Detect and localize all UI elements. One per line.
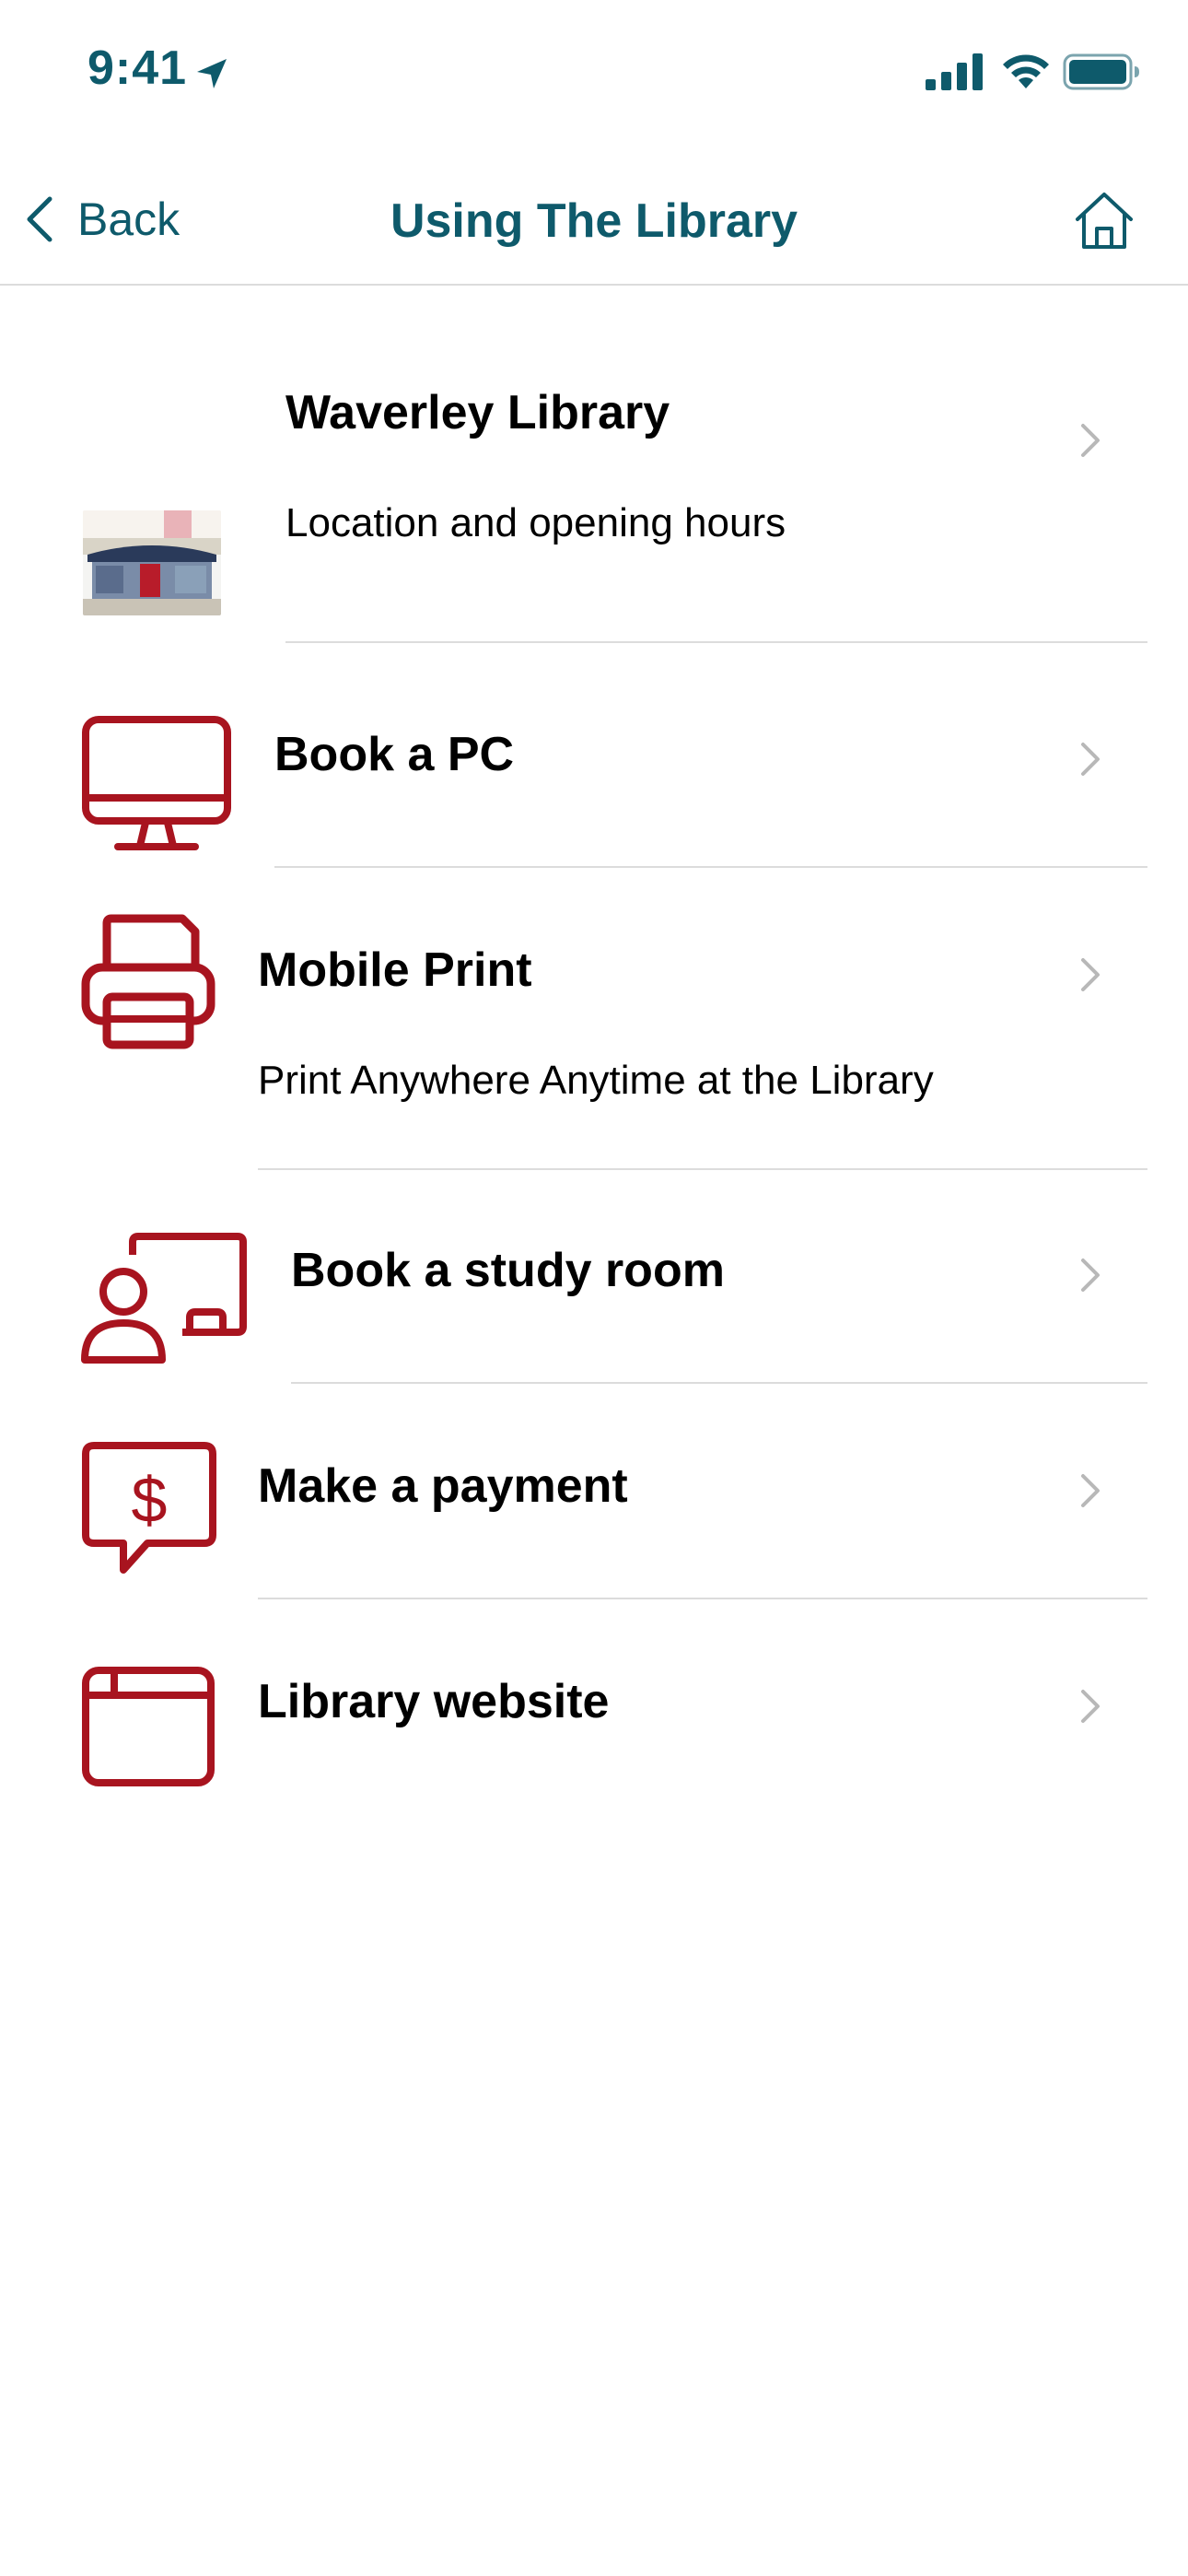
desktop-computer-icon [82,716,231,850]
list-item-waverley-library[interactable]: Waverley Library Location and opening ho… [0,386,1188,663]
browser-window-icon [82,1667,215,1786]
row-divider [285,641,1147,643]
chevron-right-icon [1081,1690,1100,1723]
row-divider [291,1382,1147,1384]
printer-icon [81,914,215,1049]
row-title: Book a PC [274,728,515,781]
list-item-book-a-study-room[interactable]: Book a study room [0,1177,1188,1393]
list-item-mobile-print[interactable]: Mobile Print Print Anywhere Anytime at t… [0,877,1188,1177]
row-subtitle: Print Anywhere Anytime at the Library [258,1058,934,1103]
list-item-make-a-payment[interactable]: $ Make a payment [0,1393,1188,1609]
chevron-right-icon [1081,424,1100,457]
home-icon[interactable] [1072,190,1136,251]
page-title: Using The Library [390,194,798,248]
row-title: Book a study room [291,1244,725,1297]
chevron-right-icon [1081,1259,1100,1292]
row-divider [274,866,1147,868]
row-title: Waverley Library [285,386,670,439]
row-title: Make a payment [258,1459,628,1513]
chevron-right-icon [1081,1474,1100,1507]
wifi-icon [1003,54,1049,88]
list-item-book-a-pc[interactable]: Book a PC [0,662,1188,877]
status-bar: 9:41 [0,0,1188,147]
row-subtitle: Location and opening hours [285,500,786,545]
row-divider [258,1598,1147,1599]
location-arrow-icon [197,59,227,88]
list-item-library-website[interactable]: Library website [0,1609,1188,1824]
battery-icon [1063,53,1139,90]
nav-bar: Back Using The Library [0,147,1188,286]
svg-text:$: $ [132,1464,168,1536]
payment-icon: $ [82,1442,216,1574]
status-time: 9:41 [87,41,188,95]
chevron-right-icon [1081,743,1100,776]
row-title: Library website [258,1675,610,1728]
row-title: Mobile Print [258,943,532,997]
cellular-signal-icon [926,53,983,90]
library-building-photo [83,510,221,615]
chevron-right-icon [1081,958,1100,991]
row-divider [258,1168,1147,1170]
study-room-icon [81,1233,247,1364]
